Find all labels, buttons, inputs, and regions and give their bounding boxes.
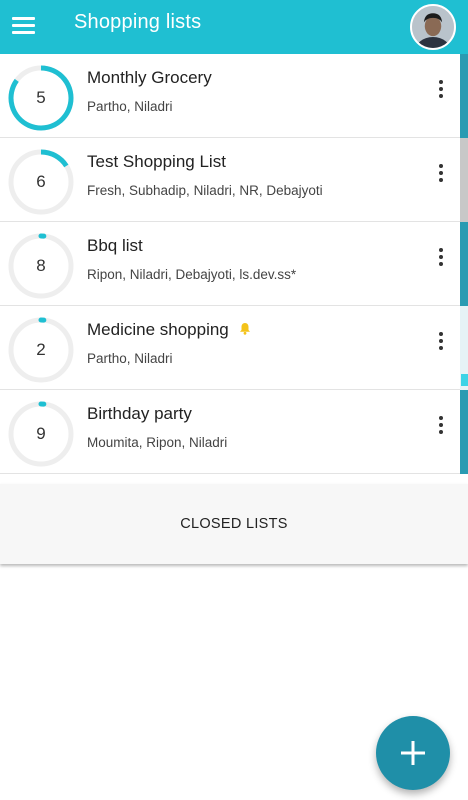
progress-ring: 5 — [7, 64, 75, 132]
list-item[interactable]: 6 Test Shopping List Fresh, Subhadip, Ni… — [0, 138, 468, 222]
list-title-text: Medicine shopping — [87, 320, 229, 339]
more-options-icon[interactable] — [432, 330, 450, 354]
scrollbar-thumb[interactable] — [461, 374, 468, 386]
side-strip — [460, 138, 468, 222]
closed-lists-button[interactable]: CLOSED LISTS — [0, 484, 468, 564]
progress-ring: 6 — [7, 148, 75, 216]
item-count: 8 — [36, 256, 46, 275]
side-strip — [460, 222, 468, 306]
list-item[interactable]: 5 Monthly Grocery Partho, Niladri — [0, 54, 468, 138]
progress-ring: 8 — [7, 232, 75, 300]
list-members: Fresh, Subhadip, Niladri, NR, Debajyoti — [87, 183, 323, 198]
more-options-icon[interactable] — [432, 246, 450, 270]
app-bar: Shopping lists — [0, 0, 468, 54]
list-item[interactable]: 2 Medicine shopping Partho, Niladri — [0, 306, 468, 390]
shopping-list: 5 Monthly Grocery Partho, Niladri 6 Test… — [0, 54, 468, 474]
list-title: Monthly Grocery — [87, 68, 212, 87]
list-members: Ripon, Niladri, Debajyoti, ls.dev.ss* — [87, 267, 297, 282]
item-count: 9 — [36, 424, 46, 443]
list-title: Test Shopping List — [87, 152, 226, 171]
bell-icon — [239, 320, 251, 340]
item-count: 5 — [36, 88, 46, 107]
side-strip — [460, 390, 468, 474]
avatar[interactable] — [410, 4, 456, 50]
more-options-icon[interactable] — [432, 78, 450, 102]
more-options-icon[interactable] — [432, 162, 450, 186]
page-title: Shopping lists — [74, 11, 202, 33]
item-count: 6 — [36, 172, 46, 191]
list-title: Birthday party — [87, 404, 192, 423]
list-item[interactable]: 9 Birthday party Moumita, Ripon, Niladri — [0, 390, 468, 474]
progress-ring: 2 — [7, 316, 75, 384]
list-members: Moumita, Ripon, Niladri — [87, 435, 228, 450]
plus-icon — [401, 741, 425, 765]
list-title: Bbq list — [87, 236, 143, 255]
list-members: Partho, Niladri — [87, 99, 173, 114]
closed-lists-label: CLOSED LISTS — [180, 516, 288, 532]
list-members: Partho, Niladri — [87, 351, 173, 366]
list-item[interactable]: 8 Bbq list Ripon, Niladri, Debajyoti, ls… — [0, 222, 468, 306]
progress-ring: 9 — [7, 400, 75, 468]
item-count: 2 — [36, 340, 46, 359]
add-list-button[interactable] — [376, 716, 450, 790]
list-title: Medicine shopping — [87, 320, 251, 341]
hamburger-menu-icon[interactable] — [12, 16, 36, 36]
side-strip — [460, 54, 468, 138]
more-options-icon[interactable] — [432, 414, 450, 438]
